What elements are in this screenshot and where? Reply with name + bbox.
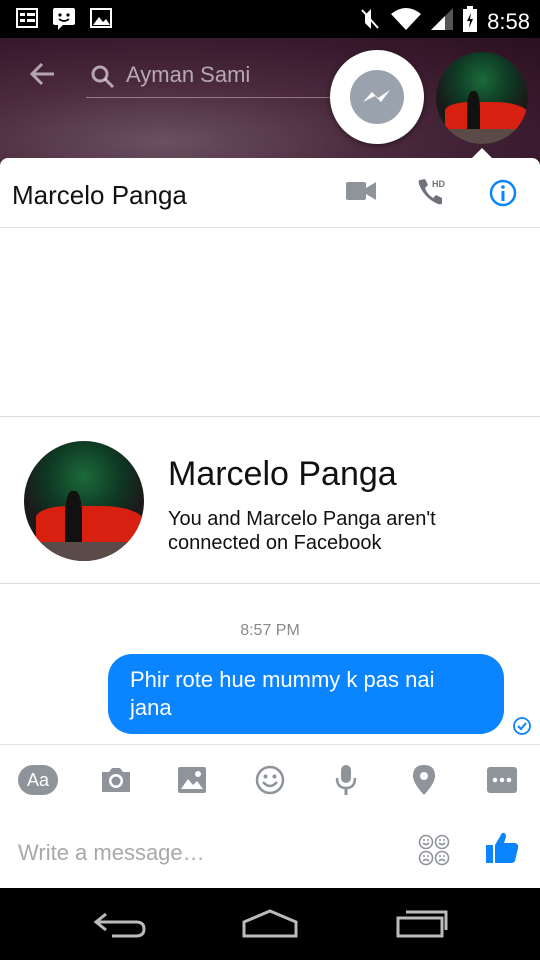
hd-call-icon[interactable]: HD — [416, 176, 448, 213]
location-icon[interactable] — [404, 763, 444, 797]
recents-nav-icon[interactable] — [394, 908, 450, 945]
profile-name: Marcelo Panga — [168, 455, 397, 493]
contact-photo — [436, 52, 528, 144]
sticker-icon[interactable] — [418, 834, 450, 871]
sent-check-icon — [512, 716, 532, 741]
wifi-icon — [391, 8, 422, 35]
outgoing-message-bubble[interactable]: Phir rote hue mummy k pas nai jana — [108, 654, 504, 734]
conversation-sheet: Marcelo Panga HD Marcelo Panga You and M… — [0, 158, 540, 888]
image-icon — [90, 7, 112, 36]
like-thumb-icon[interactable] — [484, 830, 520, 871]
svg-text:HD: HD — [432, 179, 445, 189]
status-bar: 8:58 — [0, 0, 540, 38]
navigation-bar — [0, 888, 540, 960]
camera-icon[interactable] — [96, 763, 136, 797]
signal-icon — [431, 8, 454, 35]
composer — [0, 814, 540, 888]
more-options-icon[interactable] — [482, 763, 522, 797]
mute-icon — [359, 7, 381, 36]
search-input[interactable]: Ayman Sami — [86, 56, 336, 98]
battery-icon — [463, 6, 478, 37]
message-timestamp: 8:57 PM — [240, 622, 300, 639]
clock: 8:58 — [487, 8, 530, 34]
back-arrow-icon[interactable] — [28, 60, 56, 93]
text-style-icon: Aa — [18, 765, 58, 795]
emoji-icon[interactable] — [250, 763, 290, 797]
list-icon — [16, 7, 38, 36]
info-icon[interactable] — [488, 178, 518, 213]
microphone-icon[interactable] — [326, 763, 366, 797]
message-thread: Marcelo Panga You and Marcelo Panga aren… — [0, 228, 540, 744]
composer-toolbar: Aa — [0, 744, 540, 814]
home-nav-icon[interactable] — [240, 908, 300, 945]
contact-name: Marcelo Panga — [12, 180, 187, 210]
chat-head-avatar[interactable] — [436, 52, 528, 144]
messenger-logo-icon — [350, 70, 404, 124]
search-icon — [90, 64, 116, 95]
text-style-button[interactable]: Aa — [18, 763, 58, 797]
profile-avatar — [24, 441, 144, 561]
chat-head-pointer — [472, 148, 492, 158]
gallery-icon[interactable] — [172, 763, 212, 797]
profile-card: Marcelo Panga You and Marcelo Panga aren… — [0, 416, 540, 584]
search-query: Ayman Sami — [126, 62, 251, 87]
messenger-button[interactable] — [330, 50, 424, 144]
back-nav-icon[interactable] — [92, 908, 148, 945]
video-call-icon[interactable] — [346, 180, 376, 207]
connection-note: You and Marcelo Panga aren't connected o… — [168, 508, 436, 554]
chat-smiley-icon — [52, 7, 76, 36]
message-input[interactable] — [18, 836, 398, 870]
conversation-header: Marcelo Panga HD — [0, 158, 540, 228]
